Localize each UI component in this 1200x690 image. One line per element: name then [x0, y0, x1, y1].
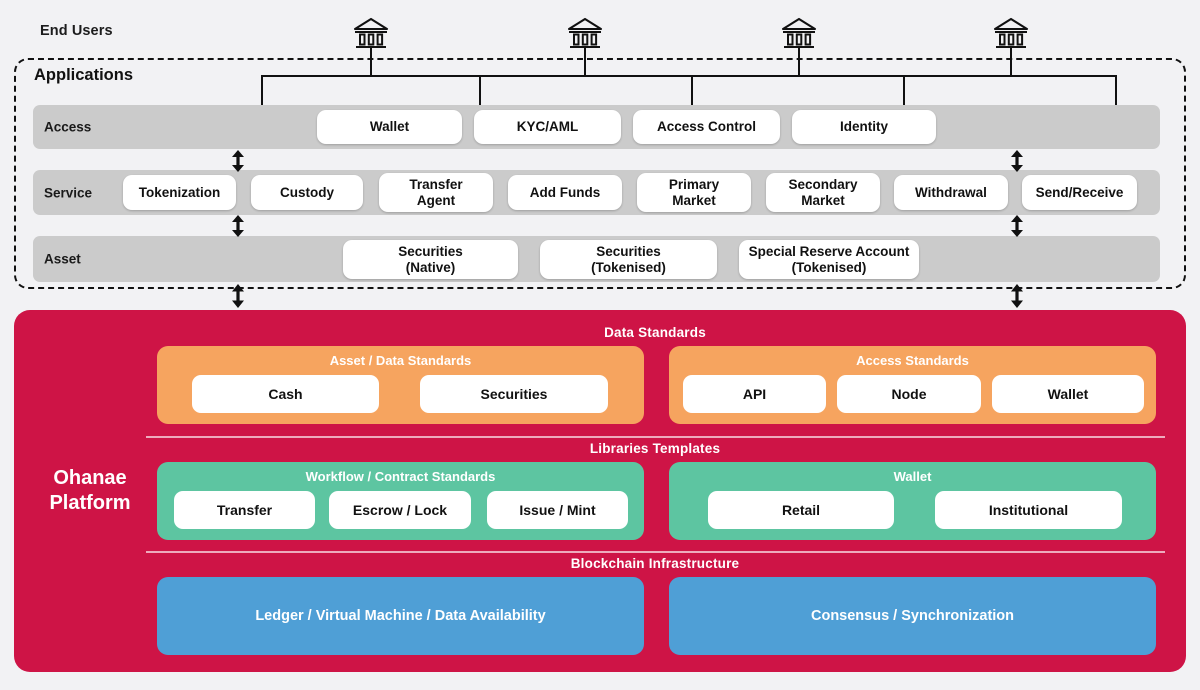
- label-consensus-synchronization: Consensus / Synchronization: [810, 608, 1015, 624]
- platform-name-line2: Platform: [49, 492, 131, 514]
- access-item-wallet[interactable]: Wallet: [317, 110, 462, 144]
- service-layer-label: Service: [44, 185, 93, 200]
- service-item-primary-market[interactable]: Primary Market: [637, 173, 751, 212]
- group-title-wallet: Wallet: [893, 469, 932, 484]
- chip-issue-mint[interactable]: Issue / Mint: [487, 491, 628, 529]
- group-title-workflow-contract-standards: Workflow / Contract Standards: [305, 469, 496, 484]
- service-item-add-funds[interactable]: Add Funds: [508, 175, 622, 210]
- service-item-transfer-agent[interactable]: Transfer Agent: [379, 173, 493, 212]
- asset-item-securities-native[interactable]: Securities (Native): [343, 240, 518, 279]
- chip-api[interactable]: API: [683, 375, 826, 413]
- section-title-libraries-templates: Libraries Templates: [589, 441, 721, 456]
- chip-transfer[interactable]: Transfer: [174, 491, 315, 529]
- applications-title: Applications: [34, 66, 134, 84]
- arrow-service-asset-left: [228, 214, 248, 238]
- chip-wallet-access[interactable]: Wallet: [992, 375, 1144, 413]
- service-item-withdrawal[interactable]: Withdrawal: [894, 175, 1008, 210]
- service-item-secondary-market[interactable]: Secondary Market: [766, 173, 880, 212]
- chip-cash[interactable]: Cash: [192, 375, 379, 413]
- section-title-blockchain-infrastructure: Blockchain Infrastructure: [570, 556, 740, 571]
- arrow-service-asset-right: [1007, 214, 1027, 238]
- group-ledger-vm-data-availability[interactable]: Ledger / Virtual Machine / Data Availabi…: [157, 577, 644, 655]
- access-item-kyc-aml[interactable]: KYC/AML: [474, 110, 621, 144]
- chip-escrow-lock[interactable]: Escrow / Lock: [329, 491, 471, 529]
- section-title-data-standards: Data Standards: [604, 325, 706, 340]
- access-layer-label: Access: [44, 119, 92, 135]
- chip-node[interactable]: Node: [837, 375, 981, 413]
- asset-layer-label: Asset: [44, 251, 81, 267]
- arrow-access-service-right: [1007, 149, 1027, 173]
- label-ledger-vm-data-availability: Ledger / Virtual Machine / Data Availabi…: [255, 608, 546, 624]
- asset-item-special-reserve-account[interactable]: Special Reserve Account (Tokenised): [739, 240, 919, 279]
- arrow-asset-platform-left: [228, 283, 248, 309]
- group-title-access-standards: Access Standards: [856, 353, 969, 368]
- end-users-label: End Users: [40, 23, 113, 39]
- access-item-identity[interactable]: Identity: [792, 110, 936, 144]
- platform-name: Ohanae Platform: [30, 466, 150, 516]
- platform-name-line1: Ohanae: [53, 467, 127, 489]
- group-consensus-synchronization[interactable]: Consensus / Synchronization: [669, 577, 1156, 655]
- arrow-access-service-left: [228, 149, 248, 173]
- group-title-asset-data-standards: Asset / Data Standards: [329, 353, 472, 368]
- asset-item-securities-tokenised[interactable]: Securities (Tokenised): [540, 240, 717, 279]
- service-item-tokenization[interactable]: Tokenization: [123, 175, 236, 210]
- arrow-asset-platform-right: [1007, 283, 1027, 309]
- divider-2: [146, 551, 1165, 553]
- access-item-access-control[interactable]: Access Control: [633, 110, 780, 144]
- chip-institutional[interactable]: Institutional: [935, 491, 1122, 529]
- service-item-send-receive[interactable]: Send/Receive: [1022, 175, 1137, 210]
- chip-retail[interactable]: Retail: [708, 491, 894, 529]
- service-item-custody[interactable]: Custody: [251, 175, 363, 210]
- chip-securities[interactable]: Securities: [420, 375, 608, 413]
- divider-1: [146, 436, 1165, 438]
- architecture-diagram: End Users Applications Access Wallet KYC…: [0, 0, 1200, 690]
